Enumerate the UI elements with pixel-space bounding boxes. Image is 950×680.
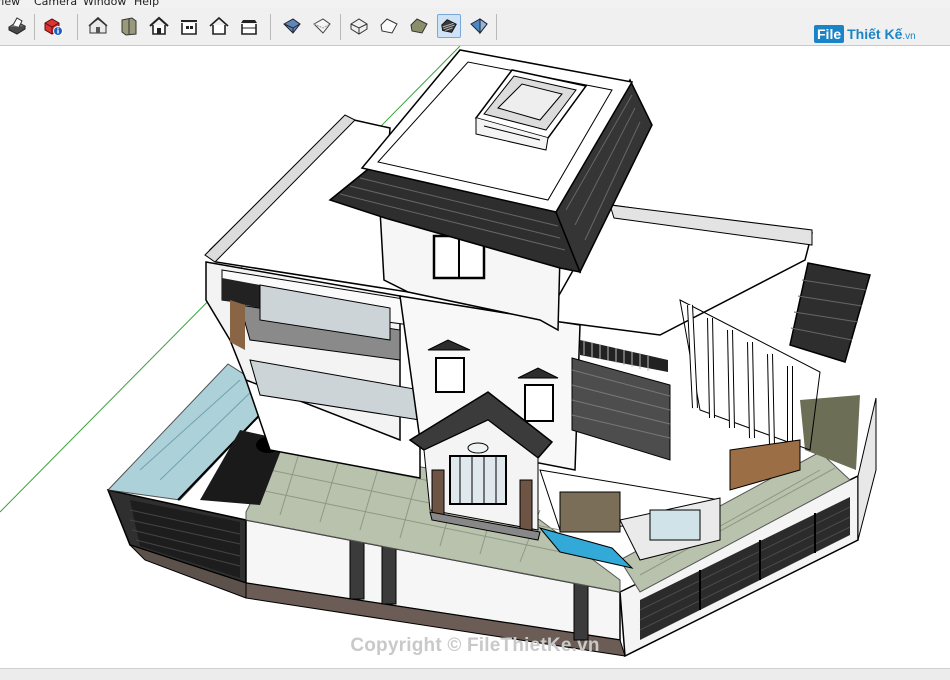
- menu-camera[interactable]: Camera: [34, 0, 77, 8]
- model-info-button[interactable]: [41, 14, 65, 38]
- model-info-icon: [44, 18, 63, 36]
- wireframe-button[interactable]: [347, 14, 371, 38]
- menu-bar: View Camera Window Help: [0, 0, 950, 8]
- toolbar: File Thiết Kế.vn: [0, 8, 950, 46]
- toolbar-separator: [496, 14, 497, 40]
- left-house-icon: [241, 20, 257, 35]
- xray-cube-icon: [283, 18, 301, 34]
- top-view-icon: [121, 17, 137, 36]
- monochrome-button[interactable]: [467, 14, 491, 38]
- model-viewport[interactable]: Copyright © FileThietKe.vn: [0, 46, 950, 668]
- house-3d-model: [0, 46, 877, 658]
- right-view-button[interactable]: [177, 14, 201, 38]
- toolbar-separator: [270, 14, 271, 40]
- wireframe-icon: [350, 18, 368, 35]
- back-view-button[interactable]: [207, 14, 231, 38]
- left-view-button[interactable]: [237, 14, 261, 38]
- toolbar-separator: [34, 14, 35, 40]
- copyright-watermark: Copyright © FileThietKe.vn: [350, 635, 600, 656]
- print-button[interactable]: [5, 14, 29, 38]
- iso-view-button[interactable]: [86, 14, 110, 38]
- top-view-button[interactable]: [117, 14, 141, 38]
- toolbar-separator: [77, 14, 78, 40]
- status-bar: [0, 668, 950, 680]
- menu-window[interactable]: Window: [83, 0, 126, 8]
- shaded-button[interactable]: [407, 14, 431, 38]
- right-house-icon: [181, 20, 197, 35]
- shaded-icon: [410, 18, 428, 34]
- iso-house-icon: [88, 16, 108, 34]
- logo-box: File: [814, 25, 845, 43]
- xray-button[interactable]: [280, 14, 304, 38]
- shaded-textures-icon: [441, 19, 457, 33]
- monochrome-icon: [470, 18, 488, 35]
- hidden-line-button[interactable]: [377, 14, 401, 38]
- menu-help[interactable]: Help: [134, 0, 159, 8]
- printer-icon: [7, 17, 27, 35]
- front-view-button[interactable]: [147, 14, 171, 38]
- back-house-icon: [209, 16, 229, 35]
- right-roof: [789, 262, 871, 363]
- shaded-textures-button[interactable]: [437, 14, 461, 38]
- back-edges-icon: [313, 18, 331, 34]
- back-edges-button[interactable]: [310, 14, 334, 38]
- logo-text: Thiết Kế.vn: [847, 26, 916, 42]
- toolbar-separator: [340, 14, 341, 40]
- menu-view[interactable]: View: [0, 0, 20, 8]
- hidden-line-icon: [380, 18, 398, 34]
- front-house-icon: [149, 16, 169, 35]
- filethietke-logo: File Thiết Kế.vn: [814, 20, 924, 48]
